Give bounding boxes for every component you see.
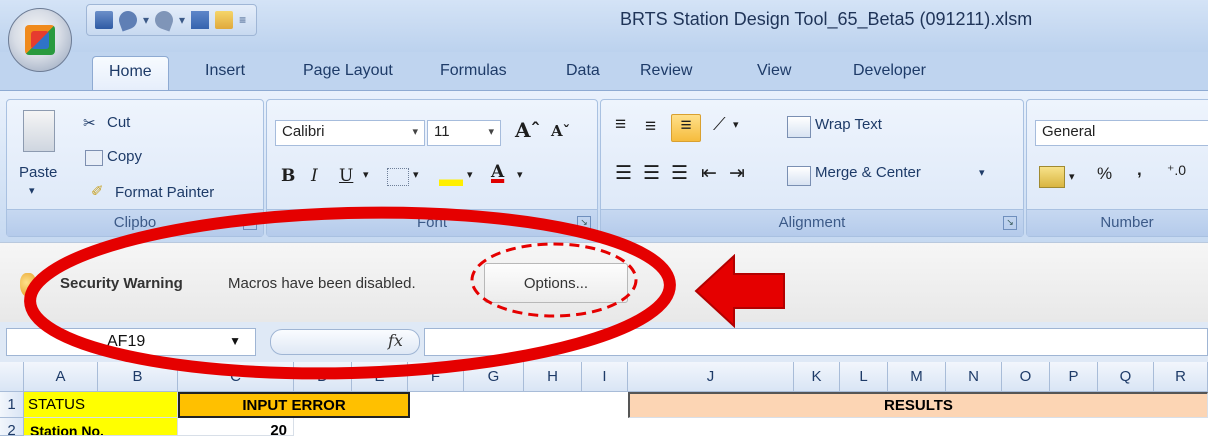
title-bar: ▾ ▾ ≡ BRTS Station Design Tool_65_Beta5 … xyxy=(0,0,1208,52)
office-button[interactable] xyxy=(8,8,72,72)
number-format-box[interactable]: General xyxy=(1035,120,1208,146)
copy-button[interactable]: Copy xyxy=(107,148,142,165)
italic-button[interactable]: I xyxy=(311,166,318,186)
align-center-icon[interactable]: ☰ xyxy=(643,162,660,185)
increase-indent-icon[interactable]: ⇥ xyxy=(729,162,745,185)
copy-icon[interactable] xyxy=(85,150,103,166)
tab-home[interactable]: Home xyxy=(92,56,169,90)
excel-window: ▾ ▾ ≡ BRTS Station Design Tool_65_Beta5 … xyxy=(0,0,1208,436)
picture-icon[interactable] xyxy=(215,11,234,29)
align-left-icon[interactable]: ☰ xyxy=(615,162,632,185)
cut-button[interactable]: Cut xyxy=(107,114,130,131)
ribbon-tabs: Home Insert Page Layout Formulas Data Re… xyxy=(0,52,1208,90)
font-size-value: 11 xyxy=(434,123,450,140)
tab-developer[interactable]: Developer xyxy=(853,62,926,80)
merge-center-icon[interactable] xyxy=(787,166,811,186)
form-icon[interactable] xyxy=(191,11,210,29)
row-header-1[interactable]: 1 xyxy=(0,392,24,418)
font-color-icon[interactable]: A xyxy=(491,162,504,182)
align-middle-icon[interactable]: ≡ xyxy=(645,116,656,138)
column-header-m[interactable]: M xyxy=(888,362,946,392)
shrink-font-button[interactable]: Aˇ xyxy=(551,122,570,140)
underline-button[interactable]: U xyxy=(339,166,353,186)
align-right-icon[interactable]: ☰ xyxy=(671,162,688,185)
redo-icon[interactable] xyxy=(152,8,176,32)
status-cell[interactable]: STATUS xyxy=(24,392,178,418)
tab-page-layout[interactable]: Page Layout xyxy=(303,62,393,80)
cut-icon[interactable]: ✂ xyxy=(83,114,96,132)
input-error-cell[interactable]: INPUT ERROR xyxy=(178,392,410,418)
row-header-2[interactable]: 2 xyxy=(0,418,24,436)
paste-dropdown-icon[interactable]: ▾ xyxy=(29,184,35,197)
red-arrow-icon xyxy=(694,254,785,328)
wrap-text-button[interactable]: Wrap Text xyxy=(815,116,882,133)
number-group-label: Number xyxy=(1027,209,1208,236)
fill-color-icon[interactable] xyxy=(439,164,463,186)
merge-center-dropdown-icon[interactable]: ▾ xyxy=(979,166,985,179)
font-size-dropdown-icon[interactable]: ▾ xyxy=(488,125,494,138)
column-header-k[interactable]: K xyxy=(794,362,840,392)
customize-toolbar-icon[interactable]: ≡ xyxy=(239,13,246,27)
tab-insert[interactable]: Insert xyxy=(205,62,245,80)
number-group: General ▾ % , ⁺.0 Number xyxy=(1026,99,1208,237)
save-icon[interactable] xyxy=(95,11,113,29)
paste-icon[interactable] xyxy=(23,110,55,152)
column-header-n[interactable]: N xyxy=(946,362,1002,392)
grow-font-button[interactable]: Aˆ xyxy=(515,118,541,142)
underline-dropdown-icon[interactable]: ▾ xyxy=(363,168,369,181)
column-header-r[interactable]: R xyxy=(1154,362,1208,392)
borders-icon[interactable] xyxy=(387,168,409,186)
station-no-label-cell[interactable]: Station No. xyxy=(24,418,178,436)
decrease-indent-icon[interactable]: ⇤ xyxy=(701,162,717,185)
fill-color-dropdown-icon[interactable]: ▾ xyxy=(467,168,473,181)
accounting-format-icon[interactable] xyxy=(1039,166,1065,188)
column-header-o[interactable]: O xyxy=(1002,362,1050,392)
alignment-launcher-icon[interactable]: ↘ xyxy=(1003,216,1017,230)
tab-formulas[interactable]: Formulas xyxy=(440,62,507,80)
font-name-value: Calibri xyxy=(282,123,325,140)
redo-dropdown-icon[interactable]: ▾ xyxy=(179,13,185,27)
options-dashed-highlight xyxy=(470,242,638,318)
merge-center-button[interactable]: Merge & Center xyxy=(815,164,921,181)
wrap-text-icon[interactable] xyxy=(787,116,811,138)
accounting-dropdown-icon[interactable]: ▾ xyxy=(1069,170,1075,183)
undo-dropdown-icon[interactable]: ▾ xyxy=(143,13,149,27)
paste-button[interactable]: Paste xyxy=(19,164,57,181)
comma-style-button[interactable]: , xyxy=(1137,160,1142,180)
borders-dropdown-icon[interactable]: ▾ xyxy=(413,168,419,181)
column-header-q[interactable]: Q xyxy=(1098,362,1154,392)
align-bottom-icon[interactable]: ≡ xyxy=(671,114,701,142)
orientation-dropdown-icon[interactable]: ▾ xyxy=(733,118,739,131)
orientation-icon[interactable]: ⟋ xyxy=(713,114,726,135)
align-top-icon[interactable]: ≡ xyxy=(615,114,626,136)
tab-review[interactable]: Review xyxy=(640,62,692,80)
window-title: BRTS Station Design Tool_65_Beta5 (09121… xyxy=(620,9,1033,29)
tab-data[interactable]: Data xyxy=(566,62,600,80)
font-name-box[interactable]: Calibri ▾ xyxy=(275,120,425,146)
results-header-cell[interactable]: RESULTS xyxy=(628,392,1208,418)
bold-button[interactable]: B xyxy=(281,166,295,186)
office-logo-icon xyxy=(25,25,55,55)
undo-icon[interactable] xyxy=(116,8,140,32)
percent-style-button[interactable]: % xyxy=(1097,164,1112,184)
font-color-dropdown-icon[interactable]: ▾ xyxy=(517,168,523,181)
column-header-l[interactable]: L xyxy=(840,362,888,392)
quick-access-toolbar: ▾ ▾ ≡ xyxy=(86,4,258,36)
font-name-dropdown-icon[interactable]: ▾ xyxy=(412,125,418,138)
increase-decimal-icon[interactable]: ⁺.0 xyxy=(1167,162,1186,179)
number-format-value: General xyxy=(1042,123,1096,140)
tab-view[interactable]: View xyxy=(757,62,791,80)
column-header-p[interactable]: P xyxy=(1050,362,1098,392)
station-no-value-cell[interactable]: 20 xyxy=(178,418,294,436)
font-size-box[interactable]: 11 ▾ xyxy=(427,120,501,146)
